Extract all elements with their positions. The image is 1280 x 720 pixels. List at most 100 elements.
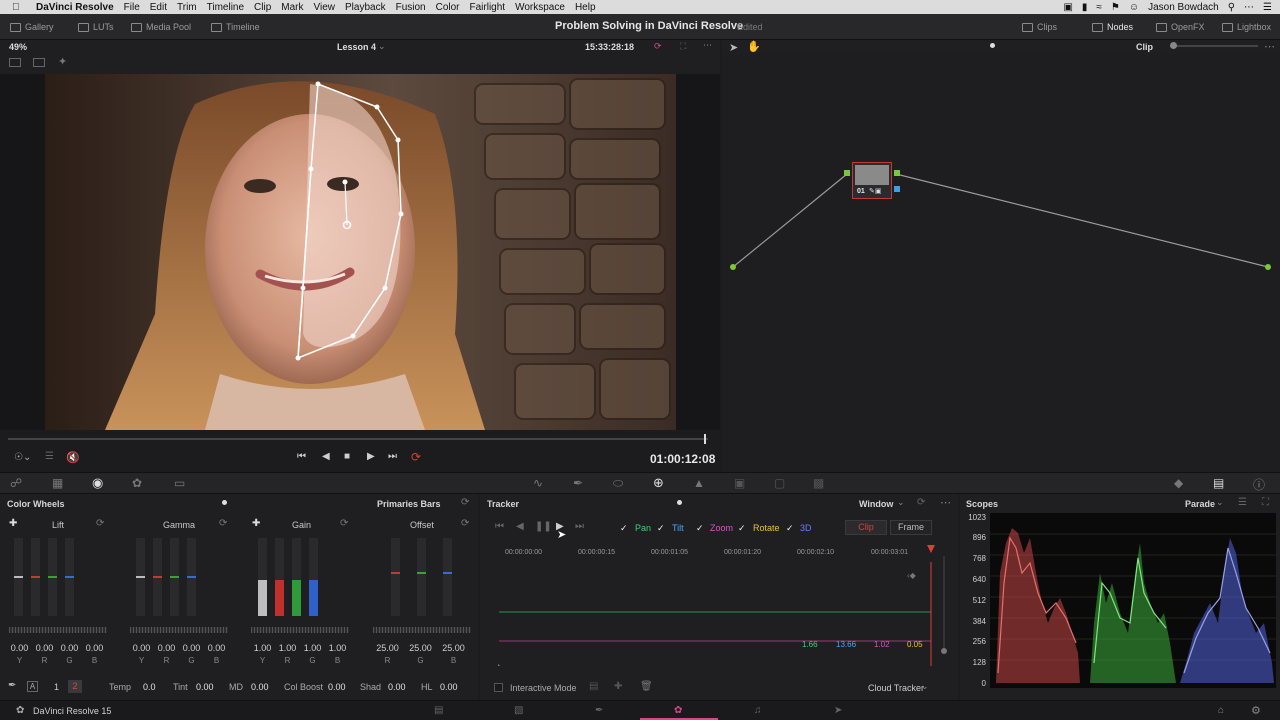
clip-mode-button[interactable]: Clip — [845, 520, 887, 535]
fairlight-page-icon[interactable]: ♫ — [754, 705, 762, 716]
track-backward-icon[interactable]: ◀ — [516, 521, 524, 532]
lift-master-wheel[interactable] — [9, 627, 107, 633]
reset-icon[interactable]: ⟳ — [461, 497, 469, 508]
flag-icon[interactable]: ⚑ — [1111, 2, 1120, 13]
gain-y-bar[interactable] — [258, 538, 267, 616]
lift-y-bar[interactable] — [14, 538, 23, 616]
split-view-icon[interactable] — [9, 58, 21, 67]
gain-bars[interactable] — [258, 538, 318, 616]
expand-icon[interactable]: ⛶ — [1262, 497, 1269, 508]
menu-clip[interactable]: Clip — [254, 2, 271, 13]
chevron-down-icon[interactable]: ⌄ — [921, 681, 929, 692]
menu-fairlight[interactable]: Fairlight — [470, 2, 506, 13]
gain-values[interactable]: 1.00 1.00 1.00 1.00 — [250, 643, 350, 653]
tracker-icon[interactable]: ⊕ — [653, 475, 664, 491]
lift-bars[interactable] — [14, 538, 74, 616]
interactive-mode-checkbox[interactable] — [494, 683, 503, 692]
color-match-icon[interactable]: ▦ — [52, 476, 63, 490]
timeline-name-dropdown[interactable]: Lesson 4 — [337, 42, 376, 52]
gamma-master-wheel[interactable] — [130, 627, 228, 633]
crosshair-icon[interactable]: ✚ — [252, 518, 260, 529]
rotate-checkbox[interactable]: ✓ — [738, 523, 746, 534]
lift-b-bar[interactable] — [65, 538, 74, 616]
gain-reset-icon[interactable]: ⟳ — [340, 518, 348, 529]
color-page-icon[interactable]: ✿ — [674, 705, 682, 716]
lightbox-button[interactable]: Lightbox — [1222, 20, 1271, 34]
gamma-values[interactable]: 0.00 0.00 0.00 0.00 — [129, 643, 229, 653]
tint-value[interactable]: 0.00 — [196, 682, 214, 692]
pointer-icon[interactable]: ➤ — [729, 41, 738, 54]
tilt-checkbox[interactable]: ✓ — [657, 523, 665, 534]
lift-reset-icon[interactable]: ⟳ — [96, 518, 104, 529]
tracker-type-dropdown[interactable]: Cloud Tracker — [868, 683, 924, 693]
shad-value[interactable]: 0.00 — [388, 682, 406, 692]
playhead[interactable] — [704, 434, 706, 444]
options-icon[interactable]: ⋯ — [940, 496, 951, 509]
vertical-zoom-slider[interactable] — [943, 556, 945, 648]
mute-icon[interactable]: 🔇 — [66, 451, 80, 464]
page-2-button[interactable]: 2 — [68, 680, 82, 693]
offset-r-bar[interactable] — [391, 538, 400, 616]
temp-value[interactable]: 0.0 — [143, 682, 156, 692]
go-to-end-icon[interactable]: ⏭ — [388, 451, 397, 462]
track-forward-end-icon[interactable]: ⏭ — [575, 521, 584, 532]
battery-icon[interactable]: ▮ — [1082, 2, 1088, 13]
motion-effects-icon[interactable]: ▭ — [174, 476, 185, 490]
fusion-page-icon[interactable]: ✒ — [595, 705, 603, 716]
gain-b-bar[interactable] — [309, 538, 318, 616]
layers-icon[interactable]: ☰ — [45, 451, 54, 462]
user-icon[interactable]: ☺ — [1129, 2, 1139, 13]
track-backward-start-icon[interactable]: ⏮ — [495, 521, 504, 532]
gallery-button[interactable]: Gallery — [10, 20, 54, 34]
viewer-mode-icon[interactable]: ☉⌄ — [14, 452, 31, 463]
pan-checkbox[interactable]: ✓ — [620, 523, 628, 534]
sizing-icon[interactable]: ▢ — [774, 476, 785, 490]
lift-g-bar[interactable] — [48, 538, 57, 616]
offset-bars[interactable] — [391, 538, 452, 616]
timeline-button[interactable]: Timeline — [211, 20, 260, 34]
zoom-checkbox[interactable]: ✓ — [696, 523, 704, 534]
notification-icon[interactable]: ☰ — [1263, 2, 1272, 13]
offset-values[interactable]: 25.00 25.00 25.00 — [375, 643, 466, 653]
lift-values[interactable]: 0.00 0.00 0.00 0.00 — [7, 643, 107, 653]
chevron-down-icon[interactable]: ⌄ — [378, 41, 386, 52]
wipe-icon[interactable] — [33, 58, 45, 67]
spotlight-icon[interactable]: ⚲ — [1228, 2, 1235, 13]
gamma-b-bar[interactable] — [187, 538, 196, 616]
menu-view[interactable]: View — [314, 2, 336, 13]
page-1-button[interactable]: 1 — [54, 682, 59, 692]
stop-icon[interactable]: ■ — [344, 451, 350, 462]
hl-value[interactable]: 0.00 — [440, 682, 458, 692]
edit-page-icon[interactable]: ▧ — [514, 705, 523, 716]
tracker-graph[interactable] — [494, 550, 934, 670]
play-reverse-icon[interactable]: ◀ — [322, 451, 330, 462]
luts-button[interactable]: LUTs — [78, 20, 114, 34]
col-boost-value[interactable]: 0.00 — [328, 682, 346, 692]
offset-b-bar[interactable] — [443, 538, 452, 616]
menu-playback[interactable]: Playback — [345, 2, 386, 13]
settings-gear-icon[interactable]: ⚙ — [1251, 704, 1261, 717]
blur-icon[interactable]: ▲ — [693, 476, 705, 490]
home-icon[interactable]: ⌂ — [1218, 705, 1224, 716]
scope-type-dropdown[interactable]: Parade — [1185, 499, 1215, 509]
viewer-zoom[interactable]: 49% — [9, 42, 27, 52]
play-icon[interactable]: ▶ — [367, 451, 375, 462]
screen-icon[interactable]: ▣ — [1063, 2, 1072, 13]
hand-icon[interactable]: ✋ — [747, 40, 761, 53]
refresh-icon[interactable]: ⟳ — [654, 41, 662, 52]
primaries-bars-label[interactable]: Primaries Bars — [377, 499, 441, 509]
node-key-output-icon[interactable] — [894, 186, 900, 192]
scrubber[interactable] — [8, 438, 708, 440]
media-page-icon[interactable]: ▤ — [434, 705, 443, 716]
menu-mark[interactable]: Mark — [281, 2, 303, 13]
fullscreen-icon[interactable]: ⛶ — [680, 41, 686, 52]
deliver-page-icon[interactable]: ➤ — [834, 705, 842, 716]
go-to-start-icon[interactable]: ⏮ — [297, 451, 306, 462]
camera-raw-icon[interactable]: ☍ — [10, 476, 22, 490]
offset-master-wheel[interactable] — [373, 627, 471, 633]
node-zoom-slider[interactable] — [1170, 45, 1258, 47]
media-pool-button[interactable]: Media Pool — [131, 20, 191, 34]
clips-button[interactable]: Clips — [1022, 20, 1057, 34]
menu-file[interactable]: File — [124, 2, 140, 13]
scopes-icon[interactable]: ▤ — [1213, 476, 1224, 490]
